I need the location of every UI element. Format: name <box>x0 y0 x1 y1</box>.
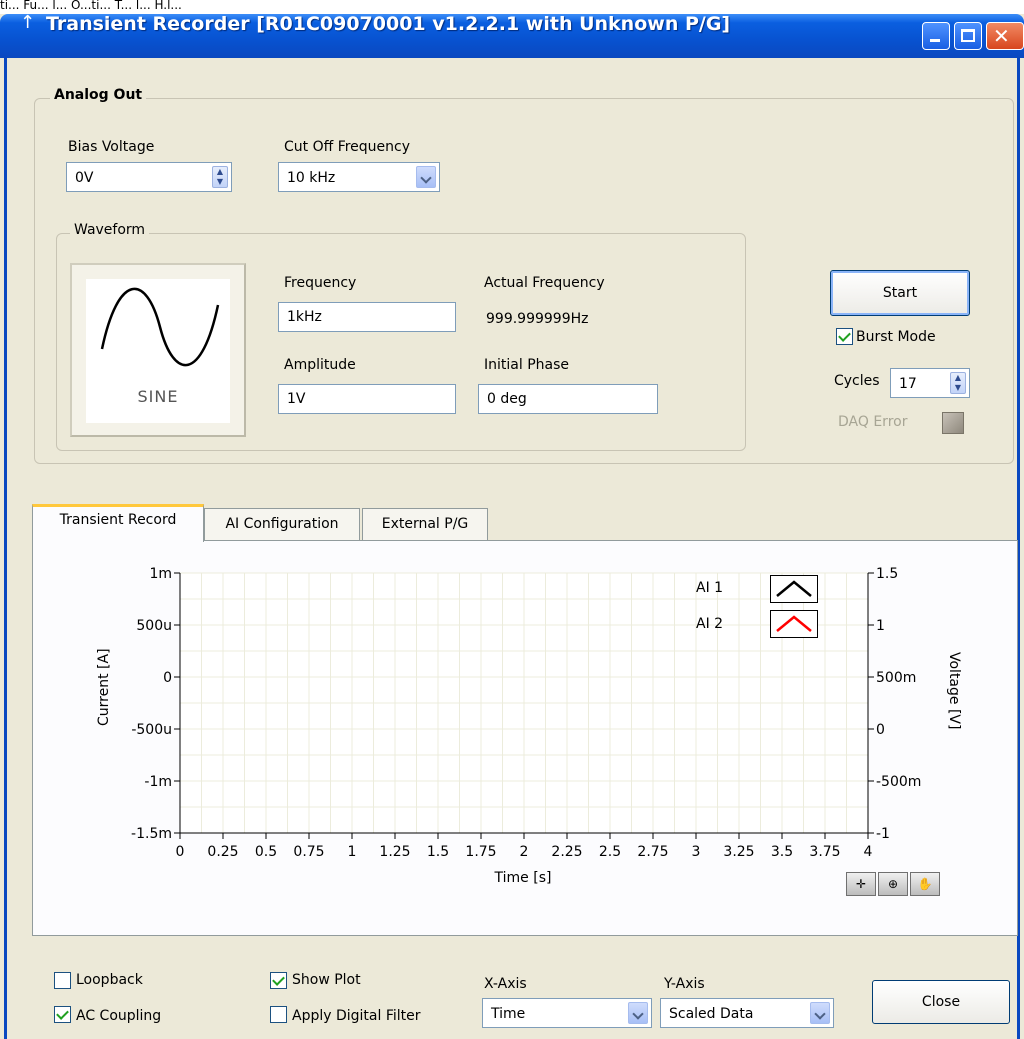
y-left-tick-label: 500u <box>136 618 172 634</box>
ac-coupling-label: AC Coupling <box>76 1008 162 1024</box>
x-tick-label: 1 <box>348 844 357 860</box>
y-left-tick-label: -1.5m <box>131 826 172 842</box>
x-tick-label: 2.5 <box>599 844 621 860</box>
menu-bar-partial[interactable]: ti... Fu... l... O...ti... T... l... H.l… <box>0 0 1024 14</box>
y-axis-select[interactable]: Scaled Data <box>660 998 834 1028</box>
legend-swatch-ai1[interactable] <box>770 575 818 603</box>
waveform-label: Waveform <box>70 222 150 238</box>
initial-phase-label: Initial Phase <box>484 357 569 373</box>
loopback-label: Loopback <box>76 972 143 988</box>
frequency-input[interactable]: 1kHz <box>278 302 456 332</box>
window-title: Transient Recorder [R01C09070001 v1.2.2.… <box>46 13 731 35</box>
show-plot-checkbox[interactable] <box>270 972 287 989</box>
x-tick-label: 1.25 <box>379 844 410 860</box>
x-tick-label: 4 <box>864 844 873 860</box>
chevron-down-icon[interactable] <box>810 1002 830 1024</box>
chevron-down-icon[interactable] <box>416 166 436 188</box>
ac-coupling-checkbox[interactable] <box>54 1006 71 1023</box>
sine-wave-icon <box>100 287 220 367</box>
show-plot-label: Show Plot <box>292 972 361 988</box>
y-right-tick-label: 1.5 <box>876 566 898 582</box>
x-tick-label: 2.75 <box>637 844 668 860</box>
x-tick-label: 3.5 <box>771 844 793 860</box>
x-axis-select-label: X-Axis <box>484 976 527 992</box>
legend-swatch-ai2[interactable] <box>770 610 818 638</box>
amplitude-input[interactable]: 1V <box>278 384 456 414</box>
burst-mode-label: Burst Mode <box>856 329 936 345</box>
y-right-tick-label: 500m <box>876 670 916 686</box>
y-axis-select-value: Scaled Data <box>669 1006 754 1022</box>
waveform-preview: SINE <box>86 279 230 423</box>
x-axis-select-value: Time <box>491 1006 526 1022</box>
y-left-tick-label: 0 <box>163 670 172 686</box>
y-left-tick-label: 1m <box>149 566 172 582</box>
cycles-input[interactable]: 17 ▲ ▼ <box>890 368 970 398</box>
x-tick-label: 3.75 <box>809 844 840 860</box>
cutoff-frequency-select[interactable]: 10 kHz <box>278 162 440 192</box>
crosshair-icon[interactable]: ✛ <box>846 872 876 896</box>
y-axis-select-label: Y-Axis <box>664 976 705 992</box>
apply-digital-filter-label: Apply Digital Filter <box>292 1008 421 1024</box>
close-icon: ✕ <box>993 24 1010 48</box>
loopback-checkbox[interactable] <box>54 972 71 989</box>
start-button[interactable]: Start <box>830 270 970 316</box>
spinner-icon[interactable]: ▲ ▼ <box>212 166 228 188</box>
y-right-tick-label: 1 <box>876 618 885 634</box>
daq-error-led <box>942 412 964 434</box>
y-right-tick-label: -500m <box>876 774 921 790</box>
x-tick-label: 1.5 <box>427 844 449 860</box>
tab-transient-record[interactable]: Transient Record <box>32 504 204 542</box>
bias-voltage-input[interactable]: 0V ▲ ▼ <box>66 162 232 192</box>
tab-external-pg[interactable]: External P/G <box>362 508 488 540</box>
daq-error-label: DAQ Error <box>838 414 908 430</box>
legend-label-ai2: AI 2 <box>696 616 724 632</box>
waveform-type-label: SINE <box>137 387 179 406</box>
maximize-icon <box>961 29 975 42</box>
y-left-tick-label: -1m <box>144 774 172 790</box>
close-window-button[interactable]: ✕ <box>986 22 1024 50</box>
x-tick-label: 0.25 <box>207 844 238 860</box>
cycles-value: 17 <box>899 376 917 392</box>
bias-voltage-value: 0V <box>75 170 94 186</box>
legend-label-ai1: AI 1 <box>696 580 724 596</box>
y-right-tick-label: -1 <box>876 826 890 842</box>
cutoff-frequency-label: Cut Off Frequency <box>284 139 411 155</box>
x-tick-label: 0.75 <box>293 844 324 860</box>
maximize-button[interactable] <box>954 22 982 50</box>
actual-frequency-value: 999.999999Hz <box>486 311 589 327</box>
amplitude-label: Amplitude <box>284 357 356 373</box>
initial-phase-input[interactable]: 0 deg <box>478 384 658 414</box>
zoom-icon[interactable]: ⊕ <box>878 872 908 896</box>
x-tick-label: 2 <box>520 844 529 860</box>
analog-out-label: Analog Out <box>50 87 147 103</box>
x-tick-label: 3 <box>692 844 701 860</box>
x-tick-label: 0.5 <box>255 844 277 860</box>
waveform-selector[interactable]: SINE <box>70 263 246 437</box>
y-axis-left-label: Current [A] <box>96 648 112 726</box>
bias-voltage-label: Bias Voltage <box>68 139 155 155</box>
apply-digital-filter-checkbox[interactable] <box>270 1006 287 1023</box>
y-right-tick-label: 0 <box>876 722 885 738</box>
arrow-icon: ↑ <box>20 12 36 33</box>
actual-frequency-label: Actual Frequency <box>484 275 605 291</box>
x-tick-label: 3.25 <box>723 844 754 860</box>
close-button[interactable]: Close <box>872 980 1010 1024</box>
minimize-icon <box>930 39 940 42</box>
y-left-tick-label: -500u <box>131 722 172 738</box>
tab-ai-configuration[interactable]: AI Configuration <box>204 508 360 540</box>
chevron-down-icon[interactable] <box>628 1002 648 1024</box>
minimize-button[interactable] <box>922 22 950 50</box>
cycles-label: Cycles <box>834 373 880 389</box>
x-tick-label: 2.25 <box>551 844 582 860</box>
cutoff-frequency-value: 10 kHz <box>287 170 336 186</box>
spinner-icon[interactable]: ▲ ▼ <box>950 372 966 394</box>
x-axis-select[interactable]: Time <box>482 998 652 1028</box>
pan-hand-icon[interactable]: ✋ <box>910 872 940 896</box>
burst-mode-checkbox[interactable] <box>836 328 853 345</box>
x-tick-label: 0 <box>176 844 185 860</box>
frequency-label: Frequency <box>284 275 357 291</box>
y-axis-right-label: Voltage [V] <box>946 652 962 730</box>
transient-chart[interactable]: 0 0.25 0.5 0.75 1 1.25 1.5 1.75 2 2.25 2.5 2.75 3 3.2… <box>32 540 1018 890</box>
x-tick-label: 1.75 <box>465 844 496 860</box>
